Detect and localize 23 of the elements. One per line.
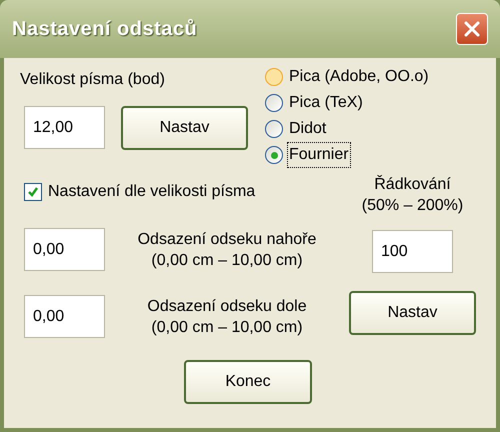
checkbox-option[interactable]: Nastavení dle velikosti písma — [24, 180, 349, 204]
set-button[interactable]: Nastav — [349, 291, 476, 335]
field-label: Odsazení odseku nahoře — [138, 230, 316, 250]
field-label: Odsazení odseku dole — [147, 296, 307, 316]
number-field[interactable]: 0,00 — [24, 295, 105, 338]
range-text: (50% – 200%) — [362, 196, 464, 216]
set-button[interactable]: Nastav — [121, 106, 248, 150]
radio-option[interactable]: Pica (TeX) — [265, 92, 431, 114]
check-icon — [27, 186, 39, 198]
radio-option[interactable]: Didot — [265, 118, 431, 140]
set-button[interactable]: Konec — [184, 360, 312, 404]
window-title: Nastavení odstaců — [12, 17, 198, 42]
radio-option[interactable]: Fournier — [265, 144, 431, 166]
close-button[interactable] — [456, 13, 488, 45]
number-field[interactable]: 12,00 — [24, 106, 105, 149]
number-field[interactable]: 100 — [372, 230, 453, 273]
range-text: (0,00 cm – 10,00 cm) — [151, 318, 303, 338]
close-icon — [463, 20, 481, 38]
range-text: (0,00 cm – 10,00 cm) — [151, 250, 303, 270]
field-label: Velikost písma (bod) — [20, 70, 166, 90]
radio-option[interactable]: Pica (Adobe, OO.o) — [265, 66, 431, 88]
field-label: Řádkování — [374, 174, 451, 195]
number-field[interactable]: 0,00 — [24, 228, 105, 271]
